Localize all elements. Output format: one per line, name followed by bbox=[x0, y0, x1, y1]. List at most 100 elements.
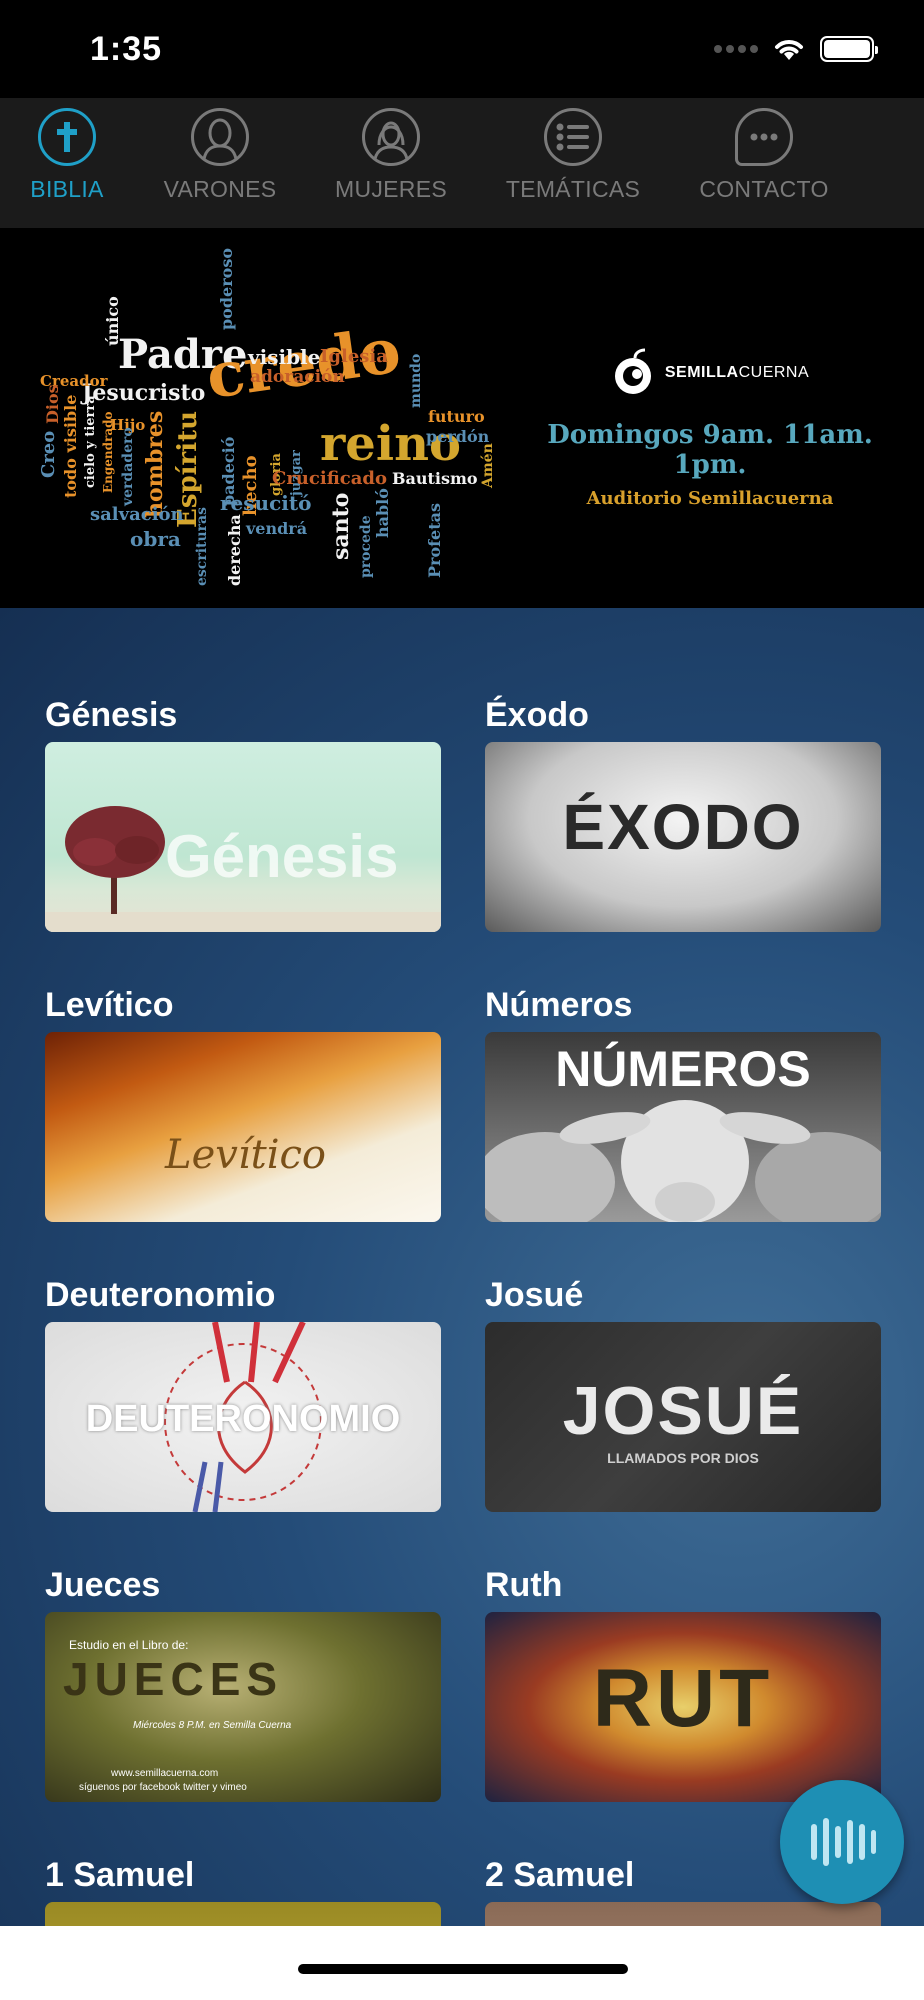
status-indicators bbox=[714, 36, 878, 62]
book-title: Deuteronomio bbox=[45, 1276, 276, 1314]
book-title: 1 Samuel bbox=[45, 1856, 195, 1894]
woman-icon bbox=[362, 108, 420, 166]
tab-mujeres[interactable]: MUJERES bbox=[330, 108, 452, 203]
book-title: Números bbox=[485, 986, 633, 1024]
word: Engendrado bbox=[101, 411, 115, 493]
book-card-exodo[interactable]: Éxodo ÉXODO bbox=[485, 696, 881, 932]
thumbnail-text: JUECES bbox=[63, 1653, 284, 1705]
tab-biblia[interactable]: BIBLIA bbox=[22, 108, 112, 203]
audio-bars-icon bbox=[811, 1818, 876, 1866]
thumbnail-text: JOSUÉ bbox=[562, 1373, 804, 1449]
church-brand: SEMILLACUERNA Domingos 9am. 11am. 1pm. A… bbox=[510, 348, 910, 509]
book-title: Éxodo bbox=[485, 696, 589, 734]
thumbnail-schedule: Miércoles 8 P.M. en Semilla Cuerna bbox=[133, 1720, 292, 1731]
word: obra bbox=[130, 527, 181, 551]
word: Crucificado bbox=[272, 468, 387, 489]
book-thumbnail bbox=[485, 1902, 881, 1926]
book-thumbnail: Estudio en el Libro de: JUECES Miércoles… bbox=[45, 1612, 441, 1802]
word: visible bbox=[247, 345, 320, 369]
brand-name-bold: SEMILLA bbox=[664, 364, 739, 381]
book-thumbnail: Génesis bbox=[45, 742, 441, 932]
book-title: Levítico bbox=[45, 986, 174, 1024]
thumbnail-text: RUT bbox=[592, 1653, 774, 1744]
tab-varones[interactable]: VARONES bbox=[158, 108, 282, 203]
book-title: Jueces bbox=[45, 1566, 161, 1604]
book-card-deuteronomio[interactable]: Deuteronomio DEUTERONOMIO bbox=[45, 1276, 441, 1512]
thumbnail-text: Levítico bbox=[165, 1132, 326, 1178]
book-thumbnail: Levítico bbox=[45, 1032, 441, 1222]
thumbnail-text: DEUTERONOMIO bbox=[85, 1398, 401, 1440]
book-card-josue[interactable]: Josué JOSUÉ LLAMADOS POR DIOS bbox=[485, 1276, 881, 1512]
tab-label: VARONES bbox=[163, 176, 277, 202]
battery-icon bbox=[820, 36, 878, 62]
word: futuro bbox=[428, 407, 485, 426]
tab-label: BIBLIA bbox=[30, 176, 104, 202]
home-indicator[interactable] bbox=[298, 1964, 628, 1974]
service-venue: Auditorio Semillacuerna bbox=[586, 488, 834, 509]
word: Profetas bbox=[425, 503, 444, 578]
man-icon bbox=[191, 108, 249, 166]
book-card-numeros[interactable]: Números NÚMEROS bbox=[485, 986, 881, 1222]
word: todo visible bbox=[61, 395, 80, 498]
status-bar: 1:35 bbox=[0, 0, 924, 98]
book-card-jueces[interactable]: Jueces Estudio en el Libro de: JUECES Mi… bbox=[45, 1566, 441, 1802]
thumbnail-text: ÉXODO bbox=[562, 791, 804, 863]
cross-icon bbox=[38, 108, 96, 166]
cellular-signal-icon bbox=[714, 45, 758, 53]
word: cielo y tierra bbox=[83, 395, 98, 488]
home-indicator-area bbox=[0, 1926, 924, 2000]
word: adoración bbox=[250, 367, 345, 387]
word: salvación bbox=[90, 504, 184, 525]
book-title: Ruth bbox=[485, 1566, 563, 1604]
book-card-ruth[interactable]: Ruth RUT bbox=[485, 1566, 881, 1802]
tab-label: TEMÁTICAS bbox=[505, 176, 641, 202]
word: derecha bbox=[225, 514, 244, 586]
tab-label: CONTACTO bbox=[699, 176, 829, 202]
thumbnail-text: Génesis bbox=[165, 823, 399, 890]
word: Creo bbox=[38, 431, 59, 478]
book-thumbnail: JOSUÉ LLAMADOS POR DIOS bbox=[485, 1322, 881, 1512]
word: poderoso bbox=[217, 248, 236, 330]
seed-logo-icon bbox=[614, 348, 651, 394]
thumbnail-text: NÚMEROS bbox=[555, 1041, 811, 1097]
book-title: Génesis bbox=[45, 696, 178, 734]
tab-contacto[interactable]: CONTACTO bbox=[694, 108, 834, 203]
status-time: 1:35 bbox=[90, 30, 163, 68]
thumbnail-url: www.semillacuerna.com bbox=[111, 1768, 219, 1779]
wifi-icon bbox=[775, 40, 803, 60]
list-icon bbox=[544, 108, 602, 166]
book-card-levitico[interactable]: Levítico Levítico bbox=[45, 986, 441, 1222]
thumbnail-top-text: Estudio en el Libro de: bbox=[69, 1638, 189, 1652]
book-card-genesis[interactable]: Génesis Génesis bbox=[45, 696, 441, 932]
word: escrituras bbox=[194, 507, 210, 586]
thumbnail-subtitle: LLAMADOS POR DIOS bbox=[607, 1450, 759, 1466]
tab-label: MUJERES bbox=[334, 176, 447, 202]
book-thumbnail bbox=[45, 1902, 441, 1926]
word: resucitó bbox=[220, 491, 311, 515]
book-thumbnail: ÉXODO bbox=[485, 742, 881, 932]
word: único bbox=[103, 296, 122, 346]
word: vendrá bbox=[245, 519, 307, 538]
word: Bautismo bbox=[392, 469, 478, 488]
word: habló bbox=[373, 488, 392, 538]
book-card-1-samuel[interactable]: 1 Samuel bbox=[45, 1856, 441, 1926]
chat-icon bbox=[735, 108, 793, 166]
word: Iglesia bbox=[320, 346, 388, 367]
word: mundo bbox=[408, 354, 424, 408]
book-title: Josué bbox=[485, 1276, 584, 1314]
semillacuerna-logo: SEMILLACUERNA bbox=[510, 348, 910, 398]
book-thumbnail: RUT bbox=[485, 1612, 881, 1802]
word: Dios bbox=[43, 384, 62, 424]
thumbnail-social: síguenos por facebook twitter y vimeo bbox=[79, 1782, 247, 1793]
word: perdón bbox=[426, 427, 490, 446]
top-tab-bar: BIBLIA VARONES MUJERES TEMÁTICAS CONTACT… bbox=[0, 98, 924, 228]
promo-banner[interactable]: Padre credo reino Jesucristo visible Igl… bbox=[0, 228, 924, 608]
credo-word-cloud: Padre credo reino Jesucristo visible Igl… bbox=[38, 248, 496, 586]
books-grid[interactable]: Génesis Génesis Éxodo ÉXODO Levítico Lev… bbox=[0, 608, 924, 1926]
book-thumbnail: DEUTERONOMIO bbox=[45, 1322, 441, 1512]
audio-player-button[interactable] bbox=[780, 1780, 904, 1904]
tab-tematicas[interactable]: TEMÁTICAS bbox=[502, 108, 644, 203]
word: santo bbox=[328, 493, 354, 560]
brand-name-light: CUERNA bbox=[738, 364, 810, 381]
word: Amén bbox=[480, 443, 496, 489]
